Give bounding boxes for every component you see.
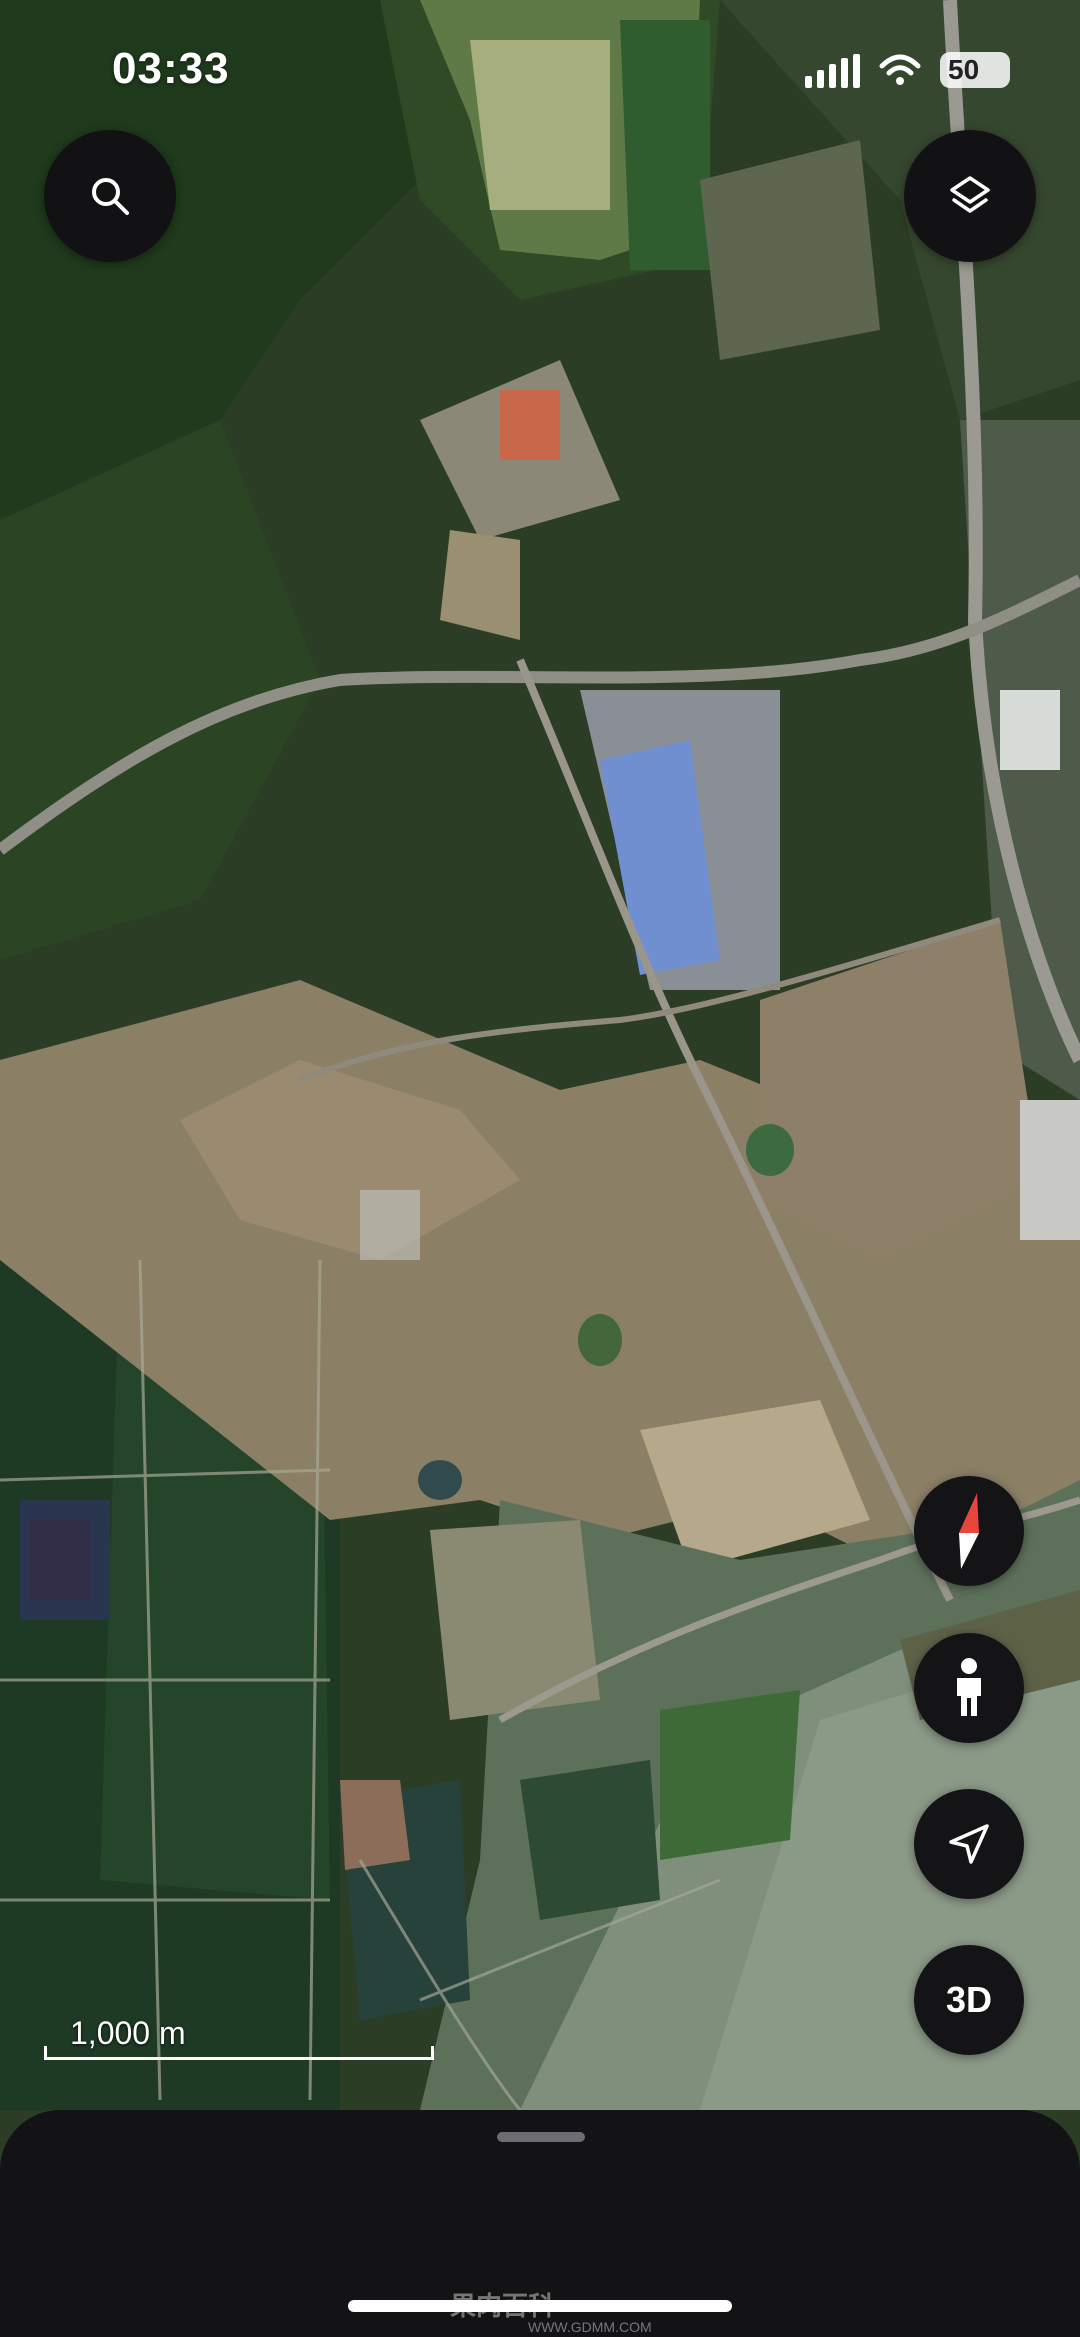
home-indicator[interactable] <box>348 2300 732 2312</box>
watermark-url: WWW.GDMM.COM <box>528 2319 652 2335</box>
pegman-icon <box>957 1658 981 1716</box>
wifi-icon <box>879 54 921 85</box>
drag-handle-icon[interactable] <box>497 2132 585 2142</box>
signal-bars-icon <box>805 52 860 88</box>
battery-indicator: 50 <box>940 52 1010 88</box>
scale-bar <box>44 2046 434 2060</box>
compass-button[interactable] <box>914 1476 1024 1586</box>
layers-button[interactable] <box>904 130 1036 262</box>
view-3d-button[interactable]: 3D <box>914 1945 1024 2055</box>
layers-icon <box>950 176 990 213</box>
search-icon <box>92 178 129 215</box>
status-time: 03:33 <box>112 44 230 93</box>
status-icons: 50 <box>805 50 1010 90</box>
status-bar: 03:33 50 <box>0 0 1080 140</box>
compass-icon <box>959 1493 979 1569</box>
map-scale: 1,000 m <box>44 2015 436 2060</box>
street-view-button[interactable] <box>914 1633 1024 1743</box>
my-location-button[interactable] <box>914 1789 1024 1899</box>
navigation-arrow-icon <box>949 1824 989 1864</box>
search-button[interactable] <box>44 130 176 262</box>
